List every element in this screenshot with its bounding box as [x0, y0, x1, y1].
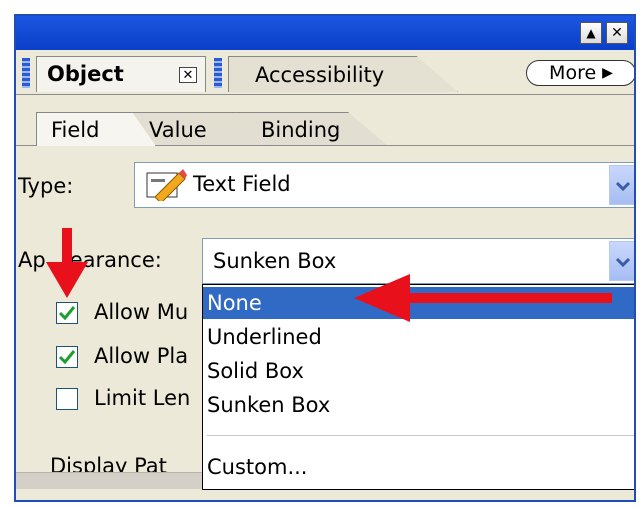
collapse-button[interactable]: ▲ [580, 22, 602, 44]
dropdown-option-solid-box[interactable]: Solid Box [203, 355, 634, 387]
checkmark-icon [58, 306, 76, 321]
limit-length-label: Limit Len [94, 386, 191, 410]
drag-grip-icon[interactable] [214, 58, 222, 88]
tab-object-label: Object [47, 62, 124, 86]
text-field-icon [145, 169, 187, 205]
appearance-label: Ap earance: [18, 248, 162, 272]
dropdown-option-sunken-box[interactable]: Sunken Box [203, 389, 634, 421]
chevron-down-icon [615, 252, 631, 271]
close-button[interactable]: ✕ [606, 22, 628, 44]
appearance-dropdown-list: None Underlined Solid Box Sunken Box Cus… [202, 284, 634, 490]
dropdown-option-none[interactable]: None [203, 287, 634, 319]
appearance-label-end: earance: [69, 248, 162, 272]
tab-accessibility-label: Accessibility [255, 63, 385, 87]
object-panel: ▲ ✕ Object ✕ Accessibility More ▶ Bindin… [14, 14, 636, 502]
appearance-label-start: Ap [18, 248, 46, 272]
tab-object[interactable]: Object ✕ [36, 56, 206, 92]
chevron-down-icon [615, 176, 631, 195]
appearance-select[interactable]: Sunken Box [202, 238, 634, 284]
allow-multiline-checkbox[interactable] [56, 302, 78, 324]
type-label: Type: [18, 174, 74, 198]
limit-length-checkbox[interactable] [56, 388, 78, 410]
dropdown-option-custom[interactable]: Custom... [203, 451, 634, 483]
drag-grip-icon[interactable] [22, 58, 30, 88]
dropdown-separator [207, 435, 634, 436]
close-icon: ✕ [611, 25, 623, 41]
tab-close-icon[interactable]: ✕ [179, 67, 197, 83]
dropdown-option-underlined[interactable]: Underlined [203, 321, 634, 353]
allow-placeholder-label: Allow Pla [94, 344, 189, 368]
more-button[interactable]: More ▶ [526, 60, 634, 86]
more-button-label: More [549, 62, 597, 84]
subtab-bar: Binding Value Field [16, 96, 634, 146]
triangle-right-icon: ▶ [602, 65, 613, 81]
type-dropdown-button[interactable] [609, 165, 634, 205]
type-select[interactable]: Text Field [134, 162, 634, 208]
tab-accessibility[interactable]: Accessibility [228, 56, 458, 92]
panel-titlebar[interactable]: ▲ ✕ [16, 16, 634, 50]
appearance-value: Sunken Box [213, 249, 337, 273]
checkmark-icon [58, 350, 76, 365]
allow-placeholder-checkbox[interactable] [56, 346, 78, 368]
appearance-dropdown-button[interactable] [609, 241, 634, 281]
allow-multiline-label: Allow Mu [94, 300, 189, 324]
type-value: Text Field [193, 172, 291, 196]
panel-tab-row: Object ✕ Accessibility More ▶ [16, 52, 634, 95]
subtab-field-label: Field [51, 117, 100, 142]
collapse-icon: ▲ [586, 26, 596, 40]
